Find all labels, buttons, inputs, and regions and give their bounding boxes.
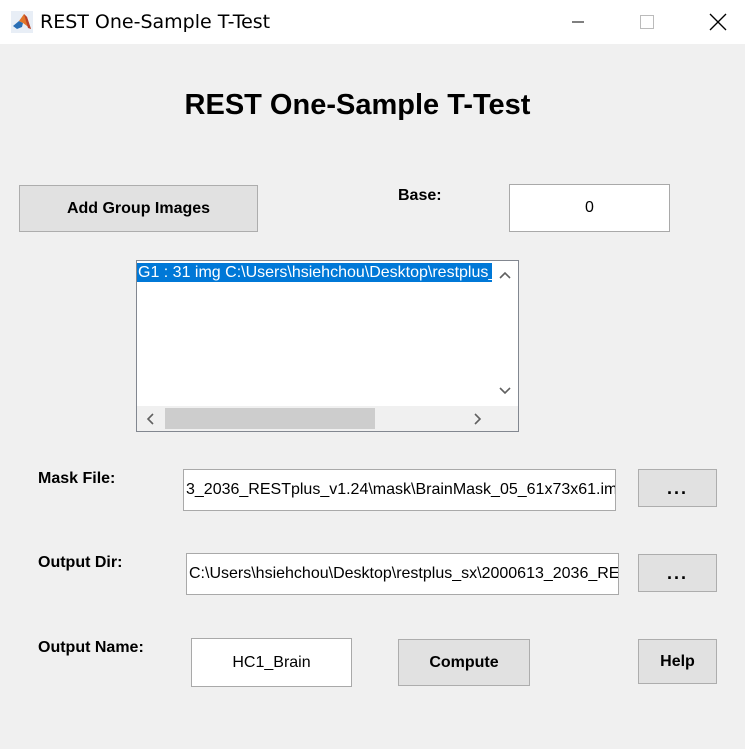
chevron-down-icon[interactable] xyxy=(499,387,511,395)
list-item[interactable]: G1 : 31 img C:\Users\hsiehchou\Desktop\r… xyxy=(137,263,493,282)
compute-button[interactable]: Compute xyxy=(398,639,530,686)
output-dir-value: C:\Users\hsiehchou\Desktop\restplus_sx\2… xyxy=(189,565,619,582)
mask-file-label: Mask File: xyxy=(38,470,116,487)
output-dir-label: Output Dir: xyxy=(38,554,123,571)
matlab-icon xyxy=(11,11,33,33)
output-name-input[interactable]: HC1_Brain xyxy=(191,638,352,687)
base-label: Base: xyxy=(398,187,442,204)
add-group-images-button[interactable]: Add Group Images xyxy=(19,185,258,232)
minimize-button[interactable] xyxy=(548,0,608,44)
chevron-right-icon[interactable] xyxy=(474,412,482,425)
chevron-left-icon[interactable] xyxy=(146,412,154,425)
mask-file-browse-button[interactable]: ... xyxy=(638,469,717,507)
maximize-icon xyxy=(640,15,654,29)
output-dir-browse-button[interactable]: ... xyxy=(638,554,717,592)
mask-file-input[interactable]: 3_2036_RESTplus_v1.24\mask\BrainMask_05_… xyxy=(183,469,616,511)
title-bar: REST One-Sample T-Test xyxy=(0,0,745,44)
close-button[interactable] xyxy=(688,0,745,44)
vertical-scrollbar[interactable] xyxy=(492,261,518,406)
scrollbar-corner xyxy=(492,406,518,431)
page-title: REST One-Sample T-Test xyxy=(184,89,531,121)
horizontal-scrollbar[interactable] xyxy=(137,406,493,431)
chevron-up-icon[interactable] xyxy=(499,271,511,279)
maximize-button[interactable] xyxy=(617,0,677,44)
output-dir-input[interactable]: C:\Users\hsiehchou\Desktop\restplus_sx\2… xyxy=(186,553,619,595)
output-name-label: Output Name: xyxy=(38,639,144,656)
close-icon xyxy=(709,13,727,31)
mask-file-value: 3_2036_RESTplus_v1.24\mask\BrainMask_05_… xyxy=(186,481,616,498)
base-input[interactable]: 0 xyxy=(509,184,670,232)
help-button[interactable]: Help xyxy=(638,639,717,684)
scroll-thumb[interactable] xyxy=(165,408,375,429)
minimize-icon xyxy=(572,21,584,23)
window-title: REST One-Sample T-Test xyxy=(40,11,271,33)
group-list[interactable]: G1 : 31 img C:\Users\hsiehchou\Desktop\r… xyxy=(136,260,519,432)
